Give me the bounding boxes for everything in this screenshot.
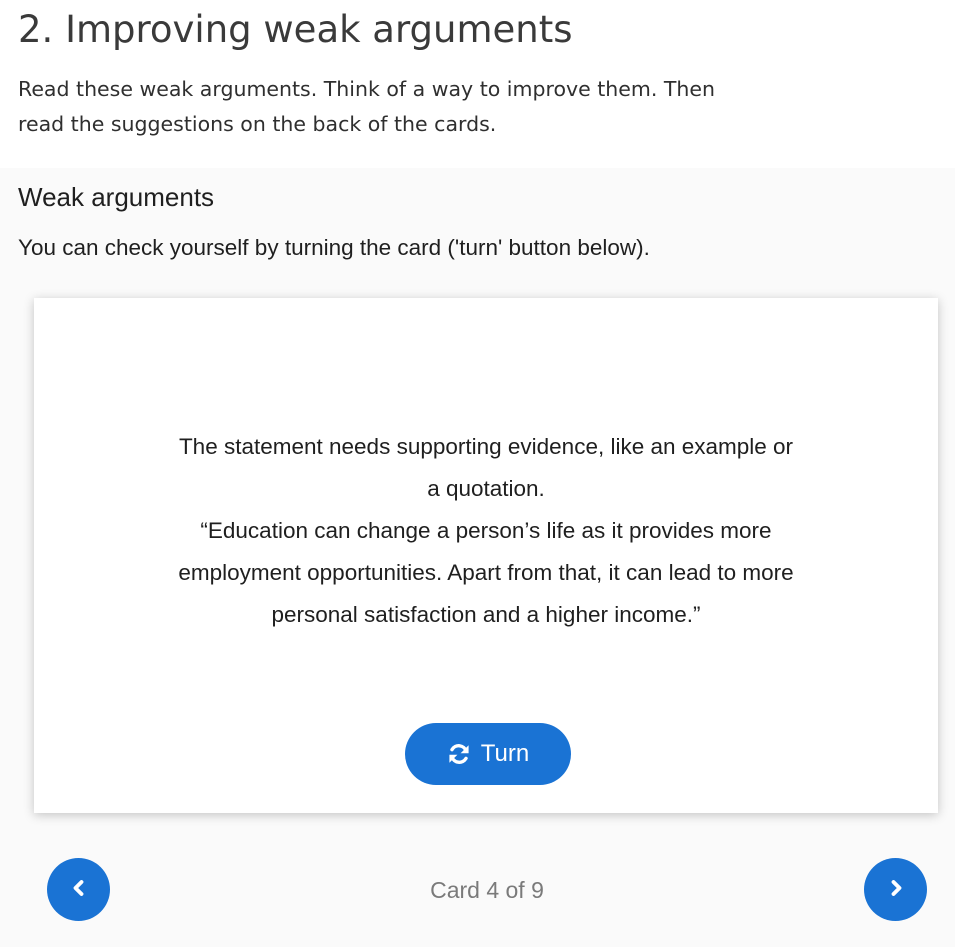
refresh-icon: [447, 742, 471, 766]
flashcard: The statement needs supporting evidence,…: [34, 298, 938, 813]
intro-line: read the suggestions on the back of the …: [18, 112, 497, 136]
previous-card-button[interactable]: [47, 858, 110, 921]
next-card-button[interactable]: [864, 858, 927, 921]
card-text-line: personal satisfaction and a higher incom…: [271, 602, 701, 627]
page-title: 2. Improving weak arguments: [18, 8, 573, 51]
card-text: The statement needs supporting evidence,…: [94, 426, 878, 636]
card-text-line: employment opportunities. Apart from tha…: [178, 560, 794, 585]
card-text-line: a quotation.: [427, 476, 545, 501]
chevron-right-icon: [885, 877, 907, 902]
card-counter: Card 4 of 9: [430, 877, 544, 903]
intro-line: Read these weak arguments. Think of a wa…: [18, 77, 716, 101]
activity-heading: Weak arguments: [18, 182, 215, 212]
chevron-left-icon: [68, 877, 90, 902]
turn-button-label: Turn: [480, 740, 530, 767]
flashcard-activity: Weak arguments You can check yourself by…: [0, 168, 955, 947]
turn-button[interactable]: Turn: [405, 723, 571, 785]
card-text-line: The statement needs supporting evidence,…: [178, 434, 794, 459]
intro-text: Read these weak arguments. Think of a wa…: [18, 72, 938, 142]
card-text-line: “Education can change a person’s life as…: [200, 518, 772, 543]
activity-description: You can check yourself by turning the ca…: [18, 235, 650, 260]
